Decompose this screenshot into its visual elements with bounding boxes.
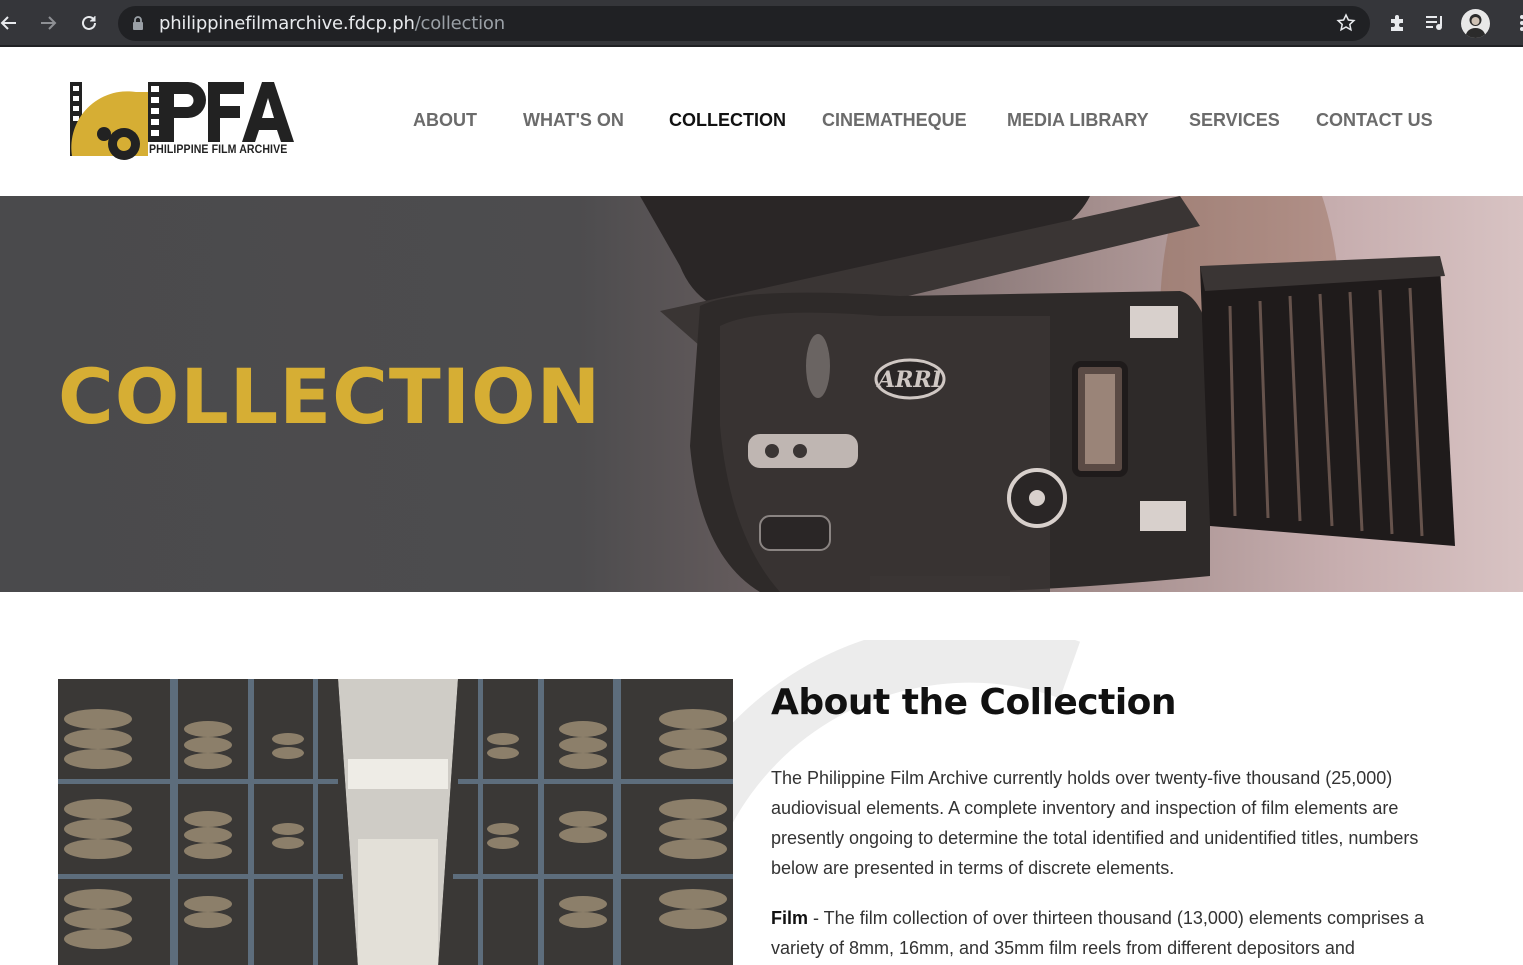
archive-shelves-image xyxy=(58,679,733,965)
nav-media-library[interactable]: MEDIA LIBRARY xyxy=(1007,110,1149,131)
profile-avatar[interactable] xyxy=(1461,9,1490,38)
address-bar[interactable]: philippinefilmarchive.fdcp.ph/collection xyxy=(118,6,1370,41)
site-header: PHILIPPINE FILM ARCHIVE ABOUT WHAT'S ON … xyxy=(0,47,1523,196)
media-queue-icon[interactable] xyxy=(1421,9,1449,37)
url-text[interactable]: philippinefilmarchive.fdcp.ph/collection xyxy=(159,13,505,34)
star-icon[interactable] xyxy=(1336,13,1356,38)
reload-icon[interactable] xyxy=(74,8,104,38)
logo-caption: PHILIPPINE FILM ARCHIVE xyxy=(149,142,288,156)
nav-collection[interactable]: COLLECTION xyxy=(669,110,786,131)
pfa-logo[interactable]: PHILIPPINE FILM ARCHIVE xyxy=(70,80,296,160)
url-host: philippinefilmarchive.fdcp.ph xyxy=(159,13,415,34)
film-description: - The film collection of over thirteen t… xyxy=(771,908,1424,958)
about-collection-section: About the Collection The Philippine Film… xyxy=(771,681,1451,965)
nav-cinematheque[interactable]: CINEMATHEQUE xyxy=(822,110,967,131)
lock-icon[interactable] xyxy=(132,15,144,36)
nav-services[interactable]: SERVICES xyxy=(1189,110,1280,131)
back-icon[interactable] xyxy=(0,8,24,38)
about-collection-paragraph: The Philippine Film Archive currently ho… xyxy=(771,768,1419,878)
arri-badge: ARRI xyxy=(876,367,943,393)
film-collection-paragraph: Film - The film collection of over thirt… xyxy=(771,903,1451,963)
nav-whats-on[interactable]: WHAT'S ON xyxy=(523,110,624,131)
nav-contact-us[interactable]: CONTACT US xyxy=(1316,110,1433,131)
extensions-icon[interactable] xyxy=(1383,9,1411,37)
menu-dots-icon[interactable] xyxy=(1508,9,1523,37)
forward-icon[interactable] xyxy=(33,8,63,38)
film-label: Film xyxy=(771,908,809,928)
nav-about[interactable]: ABOUT xyxy=(413,110,477,131)
url-path: /collection xyxy=(414,13,505,34)
hero-banner: ARRI COLLECTION xyxy=(0,196,1523,592)
hero-title: COLLECTION xyxy=(58,352,602,441)
about-collection-heading: About the Collection xyxy=(771,682,1177,723)
browser-toolbar: philippinefilmarchive.fdcp.ph/collection xyxy=(0,0,1523,47)
